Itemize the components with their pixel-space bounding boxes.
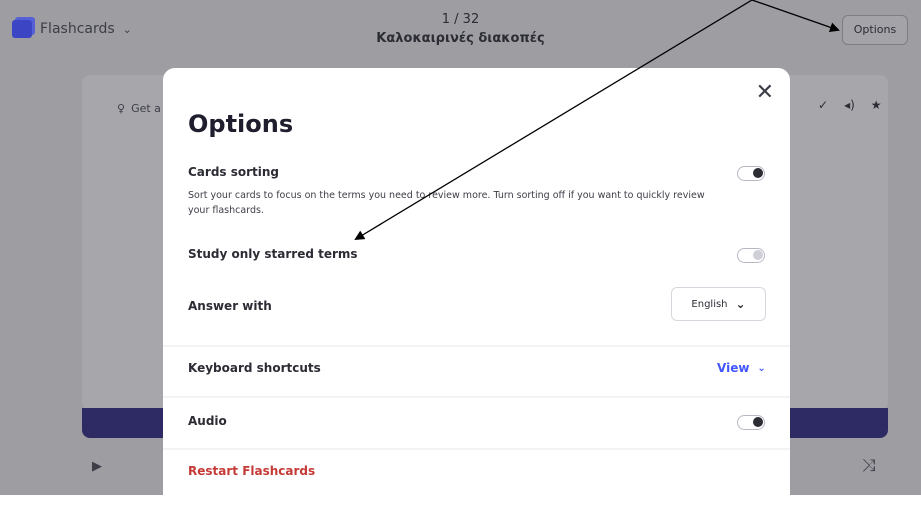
answer-language-value: English — [691, 298, 728, 310]
toggle-knob — [753, 250, 763, 260]
section-divider — [163, 396, 790, 398]
starred-terms-label: Study only starred terms — [188, 247, 358, 261]
cards-sorting-description: Sort your cards to focus on the terms yo… — [188, 190, 705, 216]
pencil-icon[interactable]: ✓ — [818, 98, 828, 112]
close-icon[interactable]: ✕ — [756, 82, 774, 104]
cards-sorting-toggle[interactable] — [737, 166, 765, 181]
star-icon[interactable]: ★ — [871, 98, 882, 112]
keyboard-shortcuts-label: Keyboard shortcuts — [188, 361, 321, 375]
audio-label: Audio — [188, 414, 227, 428]
cards-sorting-label: Cards sorting — [188, 165, 280, 179]
toggle-knob — [753, 417, 763, 427]
top-bar: Flashcards ⌄ 1 / 32 Καλοκαιρινές διακοπέ… — [0, 0, 921, 62]
keyboard-shortcuts-view-link[interactable]: View ⌄ — [717, 361, 766, 375]
view-link-label: View — [717, 361, 750, 375]
answer-with-label: Answer with — [188, 299, 272, 313]
restart-flashcards-link[interactable]: Restart Flashcards — [188, 464, 315, 478]
hint-label: Get a — [131, 102, 161, 115]
modal-title: Options — [188, 110, 294, 138]
card-counter: 1 / 32 — [441, 12, 480, 27]
section-divider — [163, 448, 790, 450]
sound-icon[interactable]: ◂) — [844, 98, 855, 112]
set-title: Καλοκαιρινές διακοπές — [376, 31, 545, 46]
starred-terms-toggle[interactable] — [737, 248, 765, 263]
hint-button[interactable]: ♀ Get a — [117, 102, 161, 115]
chevron-down-icon: ⌄ — [757, 362, 766, 374]
card-tools: ✓ ◂) ★ — [818, 98, 882, 112]
play-icon[interactable]: ▶ — [92, 459, 102, 474]
options-button[interactable]: Options — [842, 15, 908, 45]
section-divider — [163, 345, 790, 347]
lightbulb-icon: ♀ — [117, 102, 126, 115]
chevron-down-icon: ⌄ — [735, 297, 746, 311]
audio-toggle[interactable] — [737, 415, 765, 430]
toggle-knob — [753, 168, 763, 178]
answer-language-select[interactable]: English ⌄ — [671, 287, 766, 321]
options-modal: ✕ Options Cards sorting Sort your cards … — [163, 68, 790, 508]
shuffle-icon[interactable]: ⤨ — [862, 456, 876, 476]
